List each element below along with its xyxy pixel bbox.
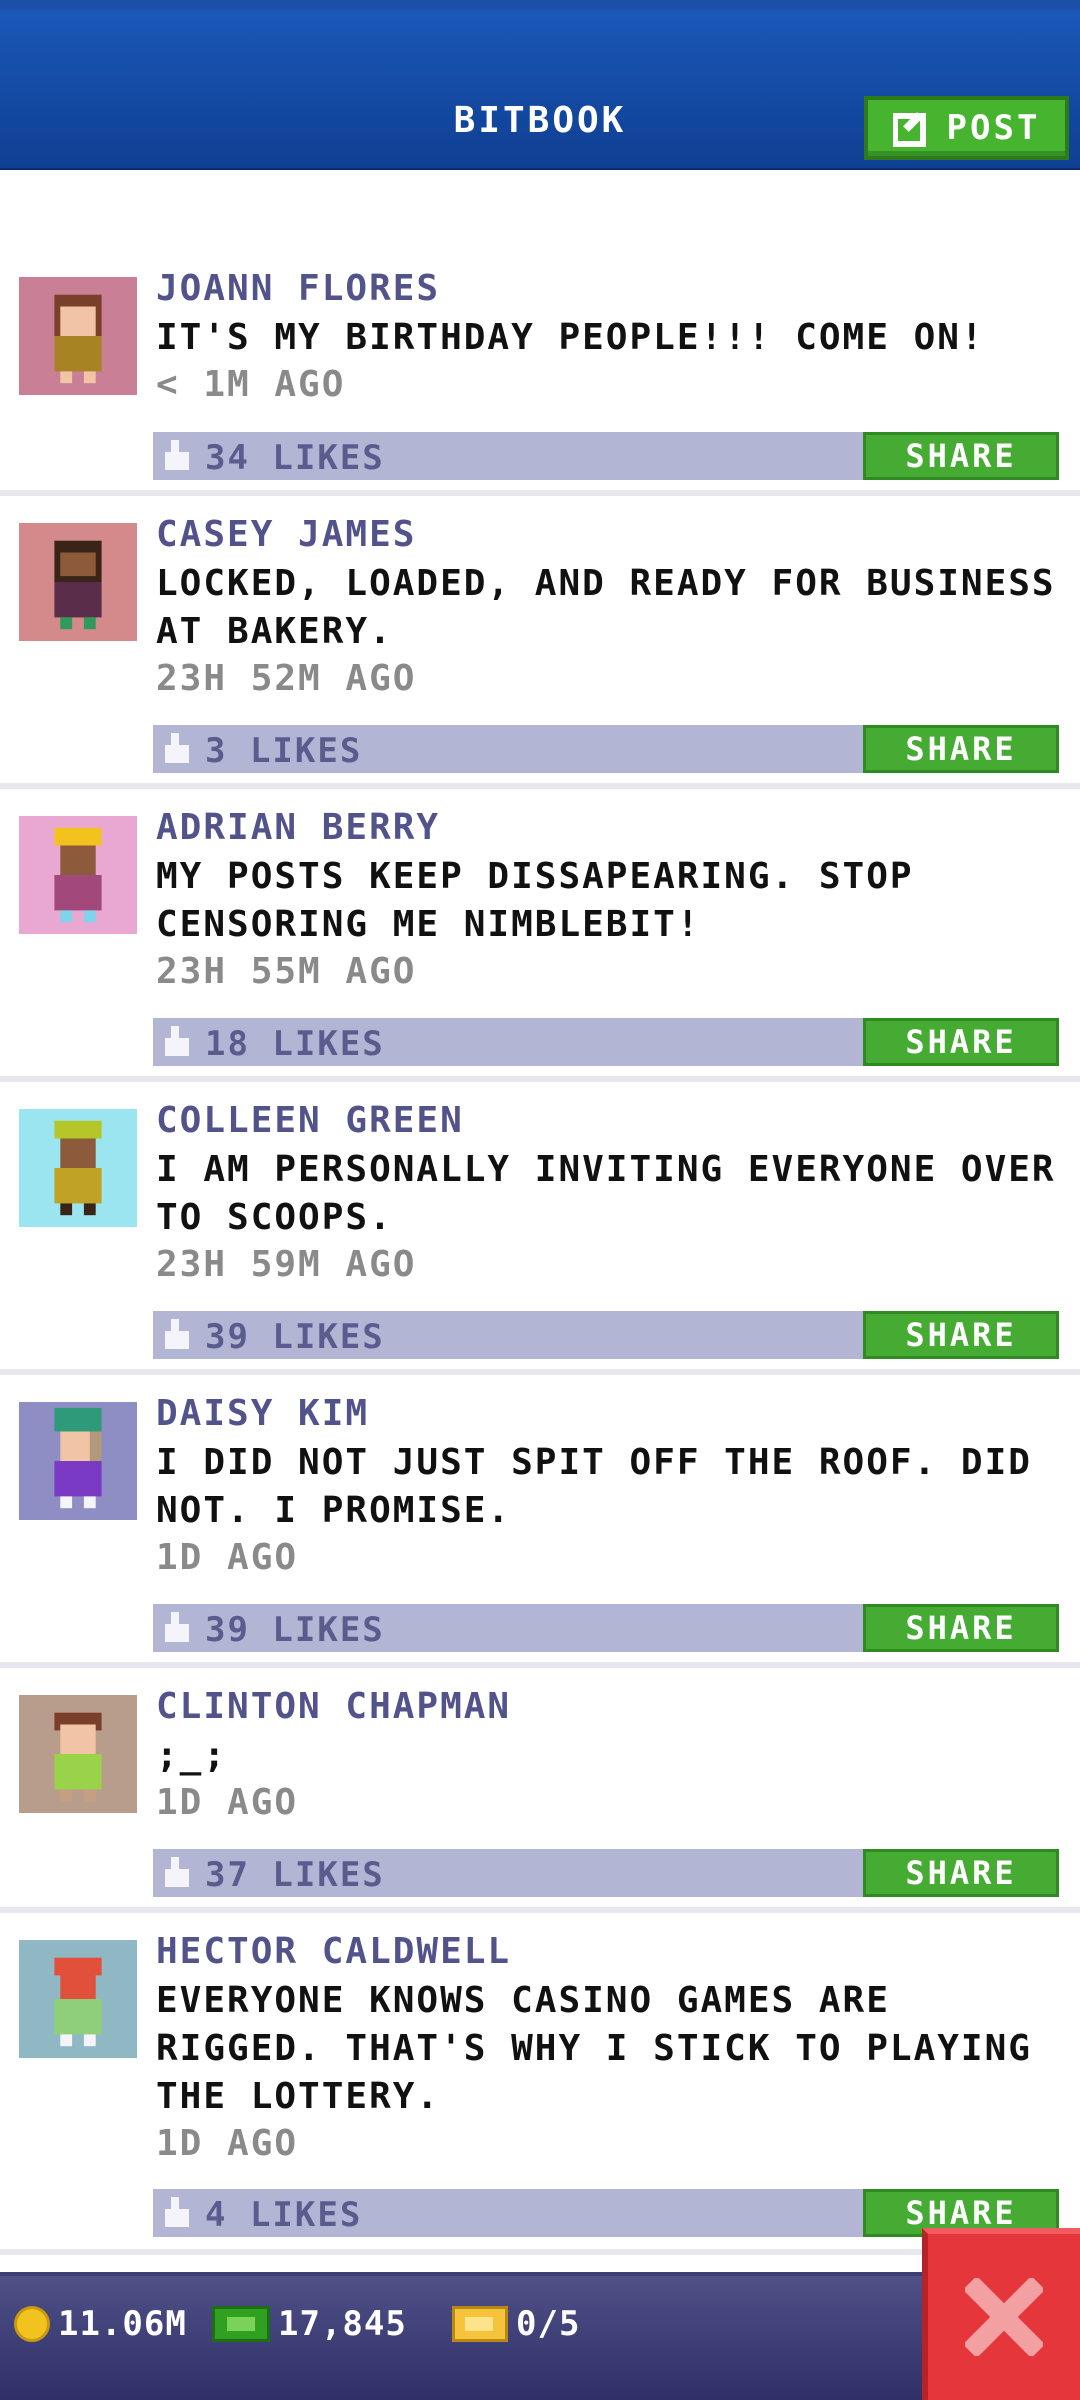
author-name[interactable]: ADRIAN BERRY: [156, 807, 440, 848]
edit-icon: [892, 112, 926, 147]
likes-bar: 3 LIKES SHARE: [153, 725, 1059, 773]
thumbs-up-icon[interactable]: [163, 1857, 191, 1889]
author-name[interactable]: COLLEEN GREEN: [156, 1100, 464, 1141]
avatar[interactable]: [19, 523, 137, 641]
post-text: ;_;: [156, 1735, 228, 1776]
avatar[interactable]: [19, 1402, 137, 1520]
avatar[interactable]: [19, 1695, 137, 1813]
post-feed[interactable]: JOANN FLORES IT'S MY BIRTHDAY PEOPLE!!! …: [0, 250, 1080, 2255]
author-name[interactable]: CASEY JAMES: [156, 514, 416, 555]
author-name[interactable]: DAISY KIM: [156, 1393, 369, 1434]
avatar[interactable]: [19, 1109, 137, 1227]
tickets-value: 0/5: [516, 2304, 581, 2344]
post-text: IT'S MY BIRTHDAY PEOPLE!!! COME ON!: [156, 317, 985, 358]
thumbs-up-icon[interactable]: [163, 2197, 191, 2229]
likes-count: 4 LIKES: [205, 2195, 363, 2235]
likes-count: 37 LIKES: [205, 1855, 385, 1895]
likes-count: 39 LIKES: [205, 1317, 385, 1357]
post-text: I AM PERSONALLY INVITING EVERYONE OVER T…: [156, 1149, 1056, 1238]
post-item: JOANN FLORES IT'S MY BIRTHDAY PEOPLE!!! …: [0, 250, 1080, 496]
thumbs-up-icon[interactable]: [163, 440, 191, 472]
likes-count: 18 LIKES: [205, 1024, 385, 1064]
coins-value: 11.06M: [58, 2304, 187, 2344]
thumbs-up-icon[interactable]: [163, 1026, 191, 1058]
post-button-label: POST: [946, 108, 1041, 148]
app-header: BITBOOK POST: [0, 0, 1080, 170]
post-time: 1D AGO: [156, 1537, 299, 1578]
person-icon: [19, 523, 137, 641]
author-name[interactable]: CLINTON CHAPMAN: [156, 1686, 511, 1727]
likes-bar: 37 LIKES SHARE: [153, 1849, 1059, 1897]
likes-bar: 34 LIKES SHARE: [153, 432, 1059, 480]
share-button[interactable]: SHARE: [863, 1604, 1059, 1652]
post-item: ADRIAN BERRY MY POSTS KEEP DISSAPEARING.…: [0, 789, 1080, 1082]
post-text: LOCKED, LOADED, AND READY FOR BUSINESS A…: [156, 563, 1056, 652]
post-item: DAISY KIM I DID NOT JUST SPIT OFF THE RO…: [0, 1375, 1080, 1668]
currency-bar: 11.06M 17,845 0/5: [0, 2272, 1080, 2400]
likes-count: 3 LIKES: [205, 731, 363, 771]
tickets-stat: 0/5: [452, 2304, 580, 2344]
share-button[interactable]: SHARE: [863, 432, 1059, 480]
ticket-icon: [452, 2306, 508, 2342]
likes-count: 39 LIKES: [205, 1610, 385, 1650]
person-icon: [19, 277, 137, 395]
thumbs-up-icon[interactable]: [163, 733, 191, 765]
coins-stat: 11.06M: [14, 2304, 187, 2344]
post-time: 23H 59M AGO: [156, 1244, 417, 1285]
post-item: HECTOR CALDWELL EVERYONE KNOWS CASINO GA…: [0, 1913, 1080, 2255]
likes-bar: 18 LIKES SHARE: [153, 1018, 1059, 1066]
avatar[interactable]: [19, 816, 137, 934]
post-item: CASEY JAMES LOCKED, LOADED, AND READY FO…: [0, 496, 1080, 789]
person-icon: [19, 816, 137, 934]
close-button[interactable]: [922, 2228, 1080, 2400]
author-name[interactable]: JOANN FLORES: [156, 268, 440, 309]
post-time: 1D AGO: [156, 2123, 299, 2164]
share-button[interactable]: SHARE: [863, 1311, 1059, 1359]
thumbs-up-icon[interactable]: [163, 1319, 191, 1351]
close-icon: [965, 2278, 1043, 2356]
post-item: COLLEEN GREEN I AM PERSONALLY INVITING E…: [0, 1082, 1080, 1375]
person-icon: [19, 1402, 137, 1520]
post-time: 23H 52M AGO: [156, 658, 417, 699]
post-text: MY POSTS KEEP DISSAPEARING. STOP CENSORI…: [156, 856, 914, 945]
post-time: 1D AGO: [156, 1782, 299, 1823]
post-item: CLINTON CHAPMAN ;_; 1D AGO 37 LIKES SHAR…: [0, 1668, 1080, 1913]
share-button[interactable]: SHARE: [863, 1849, 1059, 1897]
avatar[interactable]: [19, 1940, 137, 2058]
post-button[interactable]: POST: [864, 96, 1069, 160]
coin-icon: [14, 2306, 50, 2342]
cash-stat: 17,845: [212, 2304, 407, 2344]
share-button[interactable]: SHARE: [863, 1018, 1059, 1066]
post-text: I DID NOT JUST SPIT OFF THE ROOF. DID NO…: [156, 1442, 1032, 1531]
likes-bar: 39 LIKES SHARE: [153, 1604, 1059, 1652]
thumbs-up-icon[interactable]: [163, 1612, 191, 1644]
person-icon: [19, 1940, 137, 2058]
likes-bar: 39 LIKES SHARE: [153, 1311, 1059, 1359]
author-name[interactable]: HECTOR CALDWELL: [156, 1931, 511, 1972]
post-time: 23H 55M AGO: [156, 951, 417, 992]
cash-value: 17,845: [278, 2304, 407, 2344]
person-icon: [19, 1695, 137, 1813]
likes-count: 34 LIKES: [205, 438, 385, 478]
person-icon: [19, 1109, 137, 1227]
share-button[interactable]: SHARE: [863, 725, 1059, 773]
post-time: < 1M AGO: [156, 364, 346, 405]
cash-icon: [212, 2306, 270, 2342]
post-text: EVERYONE KNOWS CASINO GAMES ARE RIGGED. …: [156, 1980, 1032, 2117]
avatar[interactable]: [19, 277, 137, 395]
